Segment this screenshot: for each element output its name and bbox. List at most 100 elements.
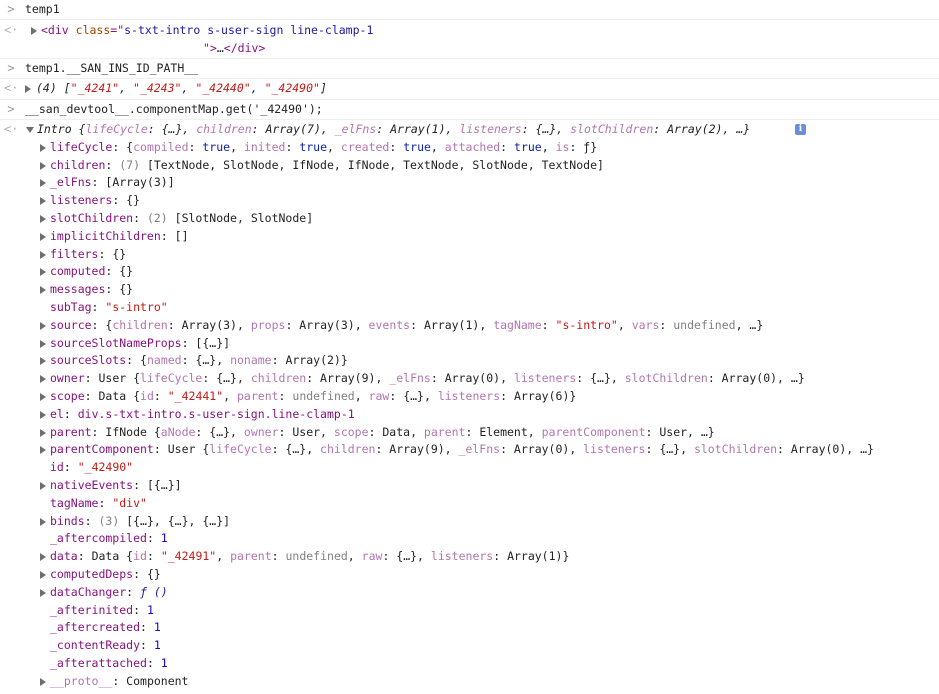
- property-value: {}: [119, 282, 134, 297]
- object-property-row[interactable]: sourceSlotNameProps: [{…}]: [0, 335, 939, 353]
- expand-arrow-icon[interactable]: [40, 232, 46, 241]
- property-key: lifeCycle: [50, 139, 113, 154]
- expand-arrow-icon[interactable]: [40, 250, 46, 259]
- input-prompt-icon: >: [7, 61, 15, 75]
- collapsed-ellipsis[interactable]: …: [217, 41, 224, 55]
- property-key: computed: [50, 264, 106, 279]
- property-value: {}: [126, 193, 141, 208]
- property-content: sourceSlots: {named: {…}, noname: Array(…: [50, 352, 348, 370]
- object-property-row[interactable]: __proto__: Component: [0, 673, 939, 691]
- object-property-row[interactable]: _elFns: [Array(3)]: [0, 174, 939, 192]
- expand-arrow-icon[interactable]: [25, 85, 31, 93]
- output-prompt-icon: <·: [4, 122, 19, 136]
- expand-arrow-icon[interactable]: [40, 517, 46, 526]
- expand-arrow-icon[interactable]: [40, 339, 46, 348]
- object-property-row[interactable]: binds: (3) [{…}, {…}, {…}]: [0, 513, 939, 531]
- console-input-entry: > temp1: [0, 0, 939, 20]
- expand-arrow-icon[interactable]: [40, 375, 46, 384]
- property-content: el: div.s-txt-intro.s-user-sign.line-cla…: [50, 406, 355, 424]
- expand-arrow-icon[interactable]: [40, 428, 46, 437]
- object-property-row[interactable]: computedDeps: {}: [0, 566, 939, 584]
- info-icon[interactable]: i: [795, 124, 806, 135]
- property-value: {}: [112, 246, 127, 261]
- property-value: [Array(3)]: [105, 175, 175, 190]
- array-preview[interactable]: (4) ["_4241", "_4243", "_42440", "_42490…: [36, 80, 327, 98]
- property-key: _aftercreated: [50, 620, 141, 635]
- expand-arrow-icon[interactable]: [40, 446, 46, 455]
- expand-arrow-icon[interactable]: [40, 321, 46, 330]
- property-separator: :: [140, 620, 154, 635]
- property-value: {}: [146, 566, 161, 581]
- object-property-row[interactable]: dataChanger: ƒ (): [0, 584, 939, 602]
- expand-arrow-icon[interactable]: [40, 268, 46, 277]
- object-property-row[interactable]: slotChildren: (2) [SlotNode, SlotNode]: [0, 210, 939, 228]
- property-key: __proto__: [50, 673, 113, 688]
- console-input-line[interactable]: > temp1: [0, 1, 939, 19]
- expand-arrow-icon[interactable]: [40, 481, 46, 490]
- property-separator: :: [105, 157, 120, 172]
- property-key: el: [50, 406, 64, 421]
- property-content: parent: IfNode {aNode: {…}, owner: User,…: [50, 424, 715, 442]
- expand-arrow-icon[interactable]: [40, 179, 46, 188]
- object-property-row[interactable]: children: (7) [TextNode, SlotNode, IfNod…: [0, 157, 939, 175]
- property-content: lifeCycle: {compiled: true, inited: true…: [50, 139, 597, 157]
- object-property-row[interactable]: source: {children: Array(3), props: Arra…: [0, 317, 939, 335]
- property-content: tagName: "div": [50, 495, 147, 513]
- object-property-row[interactable]: implicitChildren: []: [0, 228, 939, 246]
- console-output-entry: <· <div class="s-txt-intro s-user-sign l…: [0, 20, 939, 59]
- property-content: filters: {}: [50, 246, 126, 264]
- property-separator: :: [77, 549, 92, 564]
- property-content: computedDeps: {}: [50, 566, 161, 584]
- expand-arrow-icon[interactable]: [40, 214, 46, 223]
- expand-arrow-icon[interactable]: [31, 27, 37, 35]
- expand-arrow-icon[interactable]: [40, 143, 46, 152]
- tag-close: </div>: [223, 40, 266, 55]
- property-separator: :: [91, 299, 106, 314]
- object-property-row: _aftercreated: 1: [0, 619, 939, 637]
- collapse-arrow-icon[interactable]: [26, 127, 34, 133]
- input-text: __san_devtool__.componentMap.get('_42490…: [25, 102, 323, 116]
- console-output-entry-3: <· Intro {lifeCycle: {…}, children: Arra…: [0, 120, 939, 688]
- property-separator: :: [112, 673, 127, 688]
- console-input-line-3[interactable]: > __san_devtool__.componentMap.get('_424…: [0, 101, 939, 119]
- property-content: _elFns: [Array(3)]: [50, 174, 175, 192]
- object-property-row[interactable]: parentComponent: User {lifeCycle: {…}, c…: [0, 441, 939, 459]
- console-input-entry-3: > __san_devtool__.componentMap.get('_424…: [0, 100, 939, 120]
- object-property-row[interactable]: el: div.s-txt-intro.s-user-sign.line-cla…: [0, 406, 939, 424]
- object-property-row[interactable]: lifeCycle: {compiled: true, inited: true…: [0, 139, 939, 157]
- object-property-row[interactable]: sourceSlots: {named: {…}, noname: Array(…: [0, 352, 939, 370]
- expand-arrow-icon[interactable]: [40, 553, 46, 562]
- object-summary[interactable]: Intro {lifeCycle: {…}, children: Array(7…: [37, 121, 750, 139]
- property-value: 1: [160, 531, 168, 546]
- object-summary-line[interactable]: <· Intro {lifeCycle: {…}, children: Arra…: [0, 121, 939, 139]
- element-preview[interactable]: <div class="s-txt-intro s-user-sign line…: [41, 22, 373, 40]
- object-property-row[interactable]: filters: {}: [0, 246, 939, 264]
- object-property-row: tagName: "div": [0, 495, 939, 513]
- object-property-row[interactable]: computed: {}: [0, 263, 939, 281]
- attr-close: ">: [203, 40, 217, 55]
- property-separator: :: [160, 228, 175, 243]
- expand-arrow-icon[interactable]: [40, 357, 46, 366]
- console-output-line[interactable]: <· <div class="s-txt-intro s-user-sign l…: [0, 22, 939, 40]
- expand-arrow-icon[interactable]: [40, 588, 46, 597]
- object-property-row[interactable]: messages: {}: [0, 281, 939, 299]
- expand-arrow-icon[interactable]: [40, 410, 46, 419]
- property-content: dataChanger: ƒ (): [50, 584, 168, 602]
- expand-arrow-icon[interactable]: [40, 677, 46, 686]
- expand-arrow-icon[interactable]: [40, 197, 46, 206]
- console-input-line-2[interactable]: > temp1.__SAN_INS_ID_PATH__: [0, 60, 939, 78]
- expand-arrow-icon[interactable]: [40, 570, 46, 579]
- expand-arrow-icon[interactable]: [40, 161, 46, 170]
- property-value: User {lifeCycle: {…}, children: Array(9)…: [98, 371, 805, 386]
- array-output-line[interactable]: <· (4) ["_4241", "_4243", "_42440", "_42…: [0, 80, 939, 98]
- object-property-row[interactable]: scope: Data {id: "_42441", parent: undef…: [0, 388, 939, 406]
- object-property-row[interactable]: owner: User {lifeCycle: {…}, children: A…: [0, 370, 939, 388]
- object-property-row[interactable]: nativeEvents: [{…}]: [0, 477, 939, 495]
- expand-arrow-icon[interactable]: [40, 392, 46, 401]
- object-property-row[interactable]: parent: IfNode {aNode: {…}, owner: User,…: [0, 424, 939, 442]
- object-property-row[interactable]: data: Data {id: "_42491", parent: undefi…: [0, 548, 939, 566]
- object-property-row[interactable]: listeners: {}: [0, 192, 939, 210]
- expand-arrow-icon[interactable]: [40, 286, 46, 295]
- property-content: nativeEvents: [{…}]: [50, 477, 182, 495]
- property-content: children: (7) [TextNode, SlotNode, IfNod…: [50, 157, 604, 175]
